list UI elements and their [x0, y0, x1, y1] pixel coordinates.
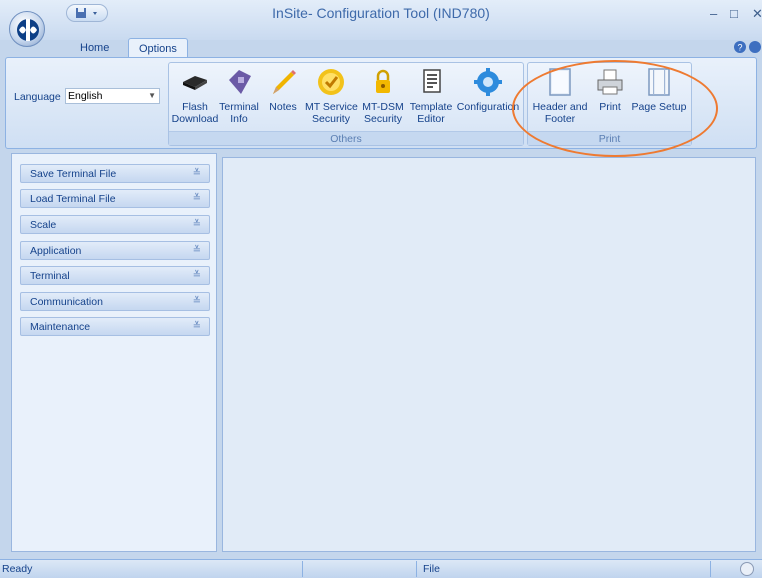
gear-icon: [474, 68, 502, 96]
flash-download-button[interactable]: Flash Download: [170, 66, 220, 125]
status-divider: [416, 561, 417, 577]
notes-button[interactable]: Notes: [266, 66, 300, 113]
template-icon: [423, 69, 441, 93]
template-editor-button[interactable]: Template Editor: [409, 66, 453, 125]
info-icon[interactable]: [749, 41, 761, 53]
close-button[interactable]: ✕: [752, 6, 762, 22]
info-tag-icon: [229, 70, 251, 94]
tab-home[interactable]: Home: [70, 38, 119, 58]
status-divider: [710, 561, 711, 577]
group-label-others: Others: [169, 131, 523, 145]
service-seal-icon: [318, 69, 344, 95]
accordion-scale[interactable]: Scale ≚: [20, 215, 210, 234]
accordion-load-terminal-file[interactable]: Load Terminal File ≚: [20, 189, 210, 208]
chevron-down-icon: ≚: [192, 270, 201, 281]
chip-icon: [183, 76, 207, 90]
window-title: InSite- Configuration Tool (IND780): [272, 5, 490, 21]
accordion-terminal[interactable]: Terminal ≚: [20, 266, 210, 285]
accordion-application[interactable]: Application ≚: [20, 241, 210, 260]
language-value: English: [68, 90, 103, 102]
chevron-down-icon: ≚: [192, 168, 201, 179]
minimize-button[interactable]: –: [710, 6, 717, 21]
terminal-info-button[interactable]: Terminal Info: [219, 66, 259, 125]
maximize-button[interactable]: □: [730, 6, 738, 21]
zoom-circle-icon[interactable]: [740, 562, 754, 576]
mt-dsm-security-button[interactable]: MT-DSM Security: [360, 66, 406, 125]
chevron-down-icon: ≚: [192, 321, 201, 332]
help-controls: ?: [733, 40, 762, 57]
svg-text:?: ?: [737, 43, 742, 53]
pencil-icon: [273, 70, 296, 94]
app-menu-button[interactable]: [9, 11, 45, 47]
status-divider: [302, 561, 303, 577]
accordion-communication[interactable]: Communication ≚: [20, 292, 210, 311]
language-select[interactable]: English ▼: [65, 88, 160, 104]
chevron-down-icon: ≚: [192, 245, 201, 256]
mt-service-security-button[interactable]: MT Service Security: [305, 66, 358, 125]
main-content-pane: [222, 157, 756, 552]
chevron-down-icon: ≚: [192, 193, 201, 204]
app-logo-icon: [17, 19, 39, 41]
status-bar: [0, 559, 762, 578]
chevron-down-icon: ≚: [192, 219, 201, 230]
accordion-save-terminal-file[interactable]: Save Terminal File ≚: [20, 164, 210, 183]
tab-options[interactable]: Options: [128, 38, 188, 58]
padlock-icon: [376, 69, 390, 93]
language-label: Language: [14, 91, 61, 103]
help-icon[interactable]: ?: [734, 41, 746, 53]
accordion-maintenance[interactable]: Maintenance ≚: [20, 317, 210, 336]
chevron-down-icon: ≚: [192, 296, 201, 307]
left-navigation-pane: [11, 153, 217, 552]
chevron-down-icon: ▼: [148, 91, 156, 100]
status-file: File: [423, 563, 440, 575]
print-group-highlight: [512, 60, 718, 157]
status-ready: Ready: [2, 563, 33, 575]
